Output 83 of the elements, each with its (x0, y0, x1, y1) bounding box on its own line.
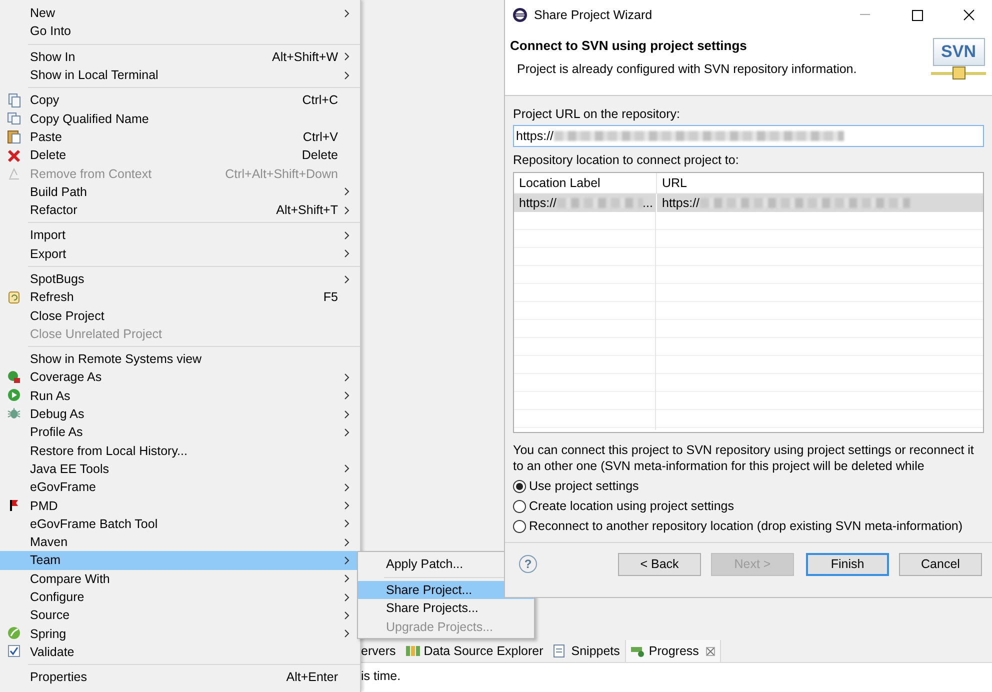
view-tab[interactable]: ervers (357, 640, 401, 662)
window-title: Share Project Wizard (534, 8, 652, 22)
menu-item[interactable]: Properties Alt+Enter (0, 668, 360, 686)
menu-item[interactable]: Source (0, 606, 360, 624)
menu-item[interactable]: Validate (0, 642, 360, 662)
table-cell[interactable]: https:// ... (514, 194, 656, 212)
info-text: You can connect this project to SVN repository using project settings or reconnect it to an other one (SVN meta-information for this project will be deleted while (513, 442, 975, 474)
leaf-icon (7, 626, 21, 642)
menu-item[interactable]: Copy Ctrl+C (0, 91, 360, 110)
menu-item[interactable]: Share Projects... (358, 599, 534, 618)
menu-item[interactable]: Show in Remote Systems view (0, 350, 360, 368)
menu-item[interactable]: Coverage As (0, 368, 360, 387)
radio-label[interactable]: Create location using project settings (529, 499, 734, 513)
radio-label[interactable]: Reconnect to another repository location (drop existing SVN meta-information) (529, 519, 963, 533)
menu-item[interactable]: New (0, 4, 360, 22)
progress-icon (630, 644, 646, 658)
menu-item[interactable]: Import (0, 226, 360, 245)
menu-item[interactable]: Export (0, 244, 360, 263)
menu-item[interactable]: Run As (0, 386, 360, 405)
shortcut-label: Ctrl+V (302, 130, 338, 144)
database-icon (404, 644, 421, 658)
shortcut-label: Delete (302, 148, 338, 162)
menu-item[interactable]: Refactor Alt+Shift+T (0, 200, 360, 220)
maximize-icon[interactable] (910, 8, 924, 22)
menu-item[interactable]: Debug As (0, 404, 360, 424)
menu-item[interactable]: eGovFrame (0, 478, 360, 496)
shortcut-label: F5 (323, 290, 338, 304)
radio-button[interactable] (513, 520, 526, 532)
view-tab[interactable]: Data Source Explorer (400, 640, 548, 662)
view-tab[interactable]: Snippets (548, 640, 625, 662)
view-tab[interactable]: Progress (624, 640, 721, 662)
shortcut-label: Ctrl+Alt+Shift+Down (225, 166, 338, 181)
menu-item[interactable]: SpotBugs (0, 270, 360, 288)
shortcut-label: Alt+Shift+T (276, 203, 338, 218)
menu-item[interactable]: Refresh F5 (0, 288, 360, 306)
menu-item[interactable]: Java EE Tools (0, 460, 360, 478)
menu-item[interactable]: Show in Local Terminal (0, 66, 360, 84)
menu-item[interactable]: Configure (0, 588, 360, 606)
dialog-button[interactable]: < Back (618, 552, 701, 576)
menu-item[interactable]: Go Into (0, 22, 360, 41)
menu-item[interactable]: Delete Delete (0, 146, 360, 164)
field-label: Repository location to connect project to: (513, 153, 740, 167)
menu-item[interactable]: Show In Alt+Shift+W (0, 48, 360, 66)
url-field[interactable]: https:// (513, 125, 984, 147)
menu-item[interactable]: eGovFrame Batch Tool (0, 514, 360, 534)
page-heading: Connect to SVN using project settings (510, 38, 748, 53)
page-description: Project is already configured with SVN repository information. (516, 62, 858, 76)
menu-item[interactable]: Restore from Local History... (0, 442, 360, 460)
menu-item[interactable]: Team (0, 551, 360, 570)
paste-icon (7, 129, 21, 144)
help-button[interactable]: ? (519, 555, 537, 573)
radio-button[interactable] (513, 480, 526, 492)
dialog-button[interactable]: Finish (806, 552, 889, 576)
table-cell[interactable]: https:// (656, 194, 983, 212)
svn-logo: SVN (932, 38, 984, 66)
radio-button[interactable] (513, 500, 526, 512)
shortcut-label: Alt+Shift+W (272, 50, 338, 64)
run-icon (7, 388, 21, 404)
menu-item[interactable]: Build Path (0, 182, 360, 201)
menu-item[interactable]: Compare With (0, 570, 360, 588)
field-label: Project URL on the repository: (513, 107, 681, 121)
menu-item[interactable]: PMD (0, 496, 360, 515)
radio-label[interactable]: Use project settings (529, 479, 639, 493)
copy-icon (7, 111, 21, 126)
app-icon (512, 7, 528, 23)
flag-icon (7, 498, 21, 514)
shortcut-label: Alt+Enter (286, 670, 338, 684)
menu-item[interactable]: Copy Qualified Name (0, 109, 360, 128)
menu-item[interactable]: Maven (0, 533, 360, 552)
copy-icon (7, 92, 21, 108)
menu-item[interactable]: Paste Ctrl+V (0, 128, 360, 146)
coverage-icon (7, 370, 21, 385)
connector-icon (931, 66, 986, 82)
menu-item[interactable]: Spring (0, 624, 360, 643)
dialog-button[interactable]: Cancel (899, 552, 982, 576)
close-icon[interactable] (962, 8, 976, 22)
checkbox-icon (7, 644, 21, 660)
shortcut-label: Ctrl+C (302, 93, 338, 108)
menu-item[interactable]: Profile As (0, 423, 360, 442)
menu-item[interactable]: Close Project (0, 306, 360, 325)
refresh-icon (7, 290, 21, 305)
status-text: is time. (361, 669, 401, 683)
delete-icon (7, 148, 21, 163)
